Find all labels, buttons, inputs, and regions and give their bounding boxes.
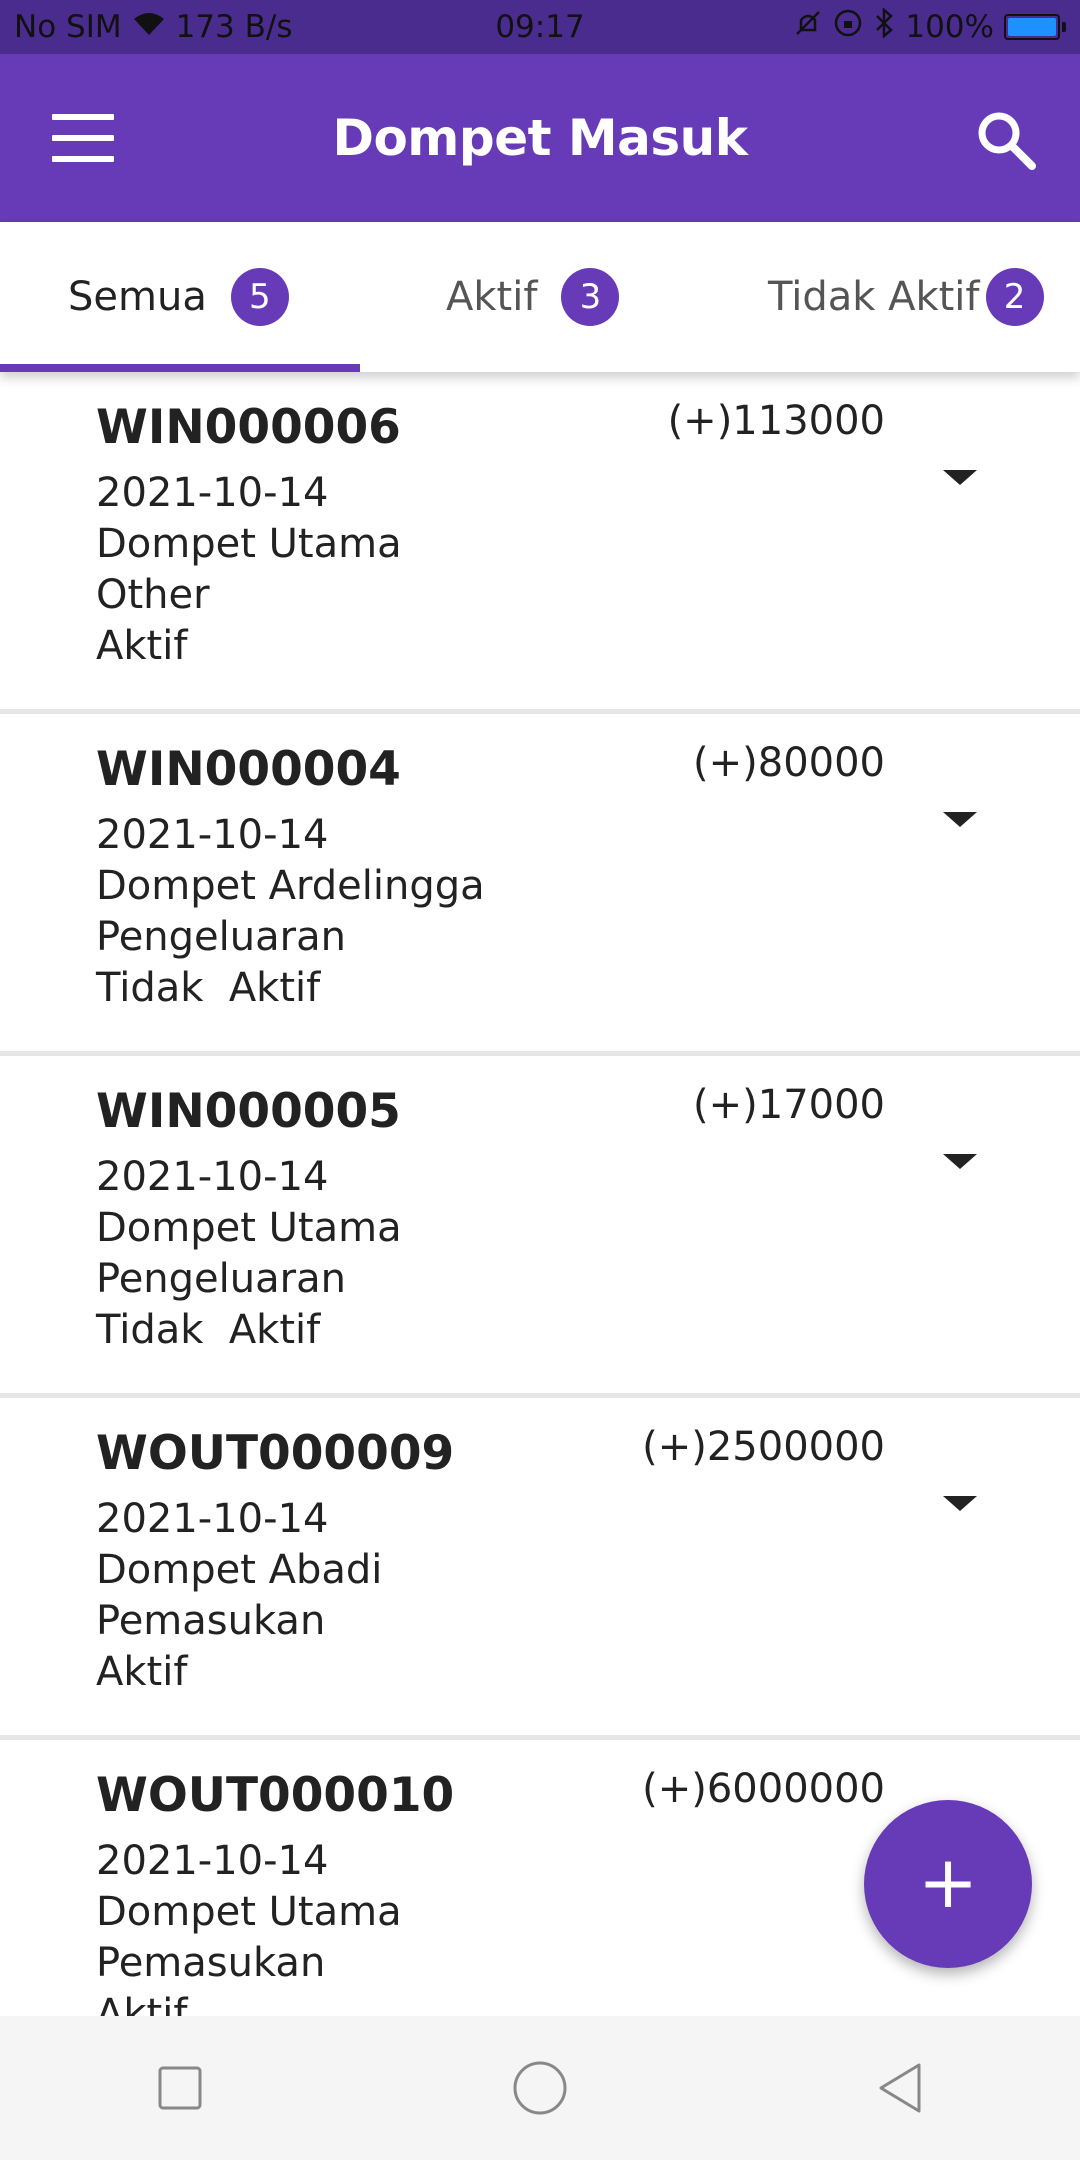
battery-percent: 100% <box>905 9 994 45</box>
item-amount: (+)17000 <box>693 1082 885 1128</box>
item-wallet: Dompet Utama <box>96 521 402 567</box>
expand-caret-icon[interactable] <box>943 812 977 827</box>
battery-icon <box>1004 14 1066 40</box>
item-category: Pemasukan <box>96 1940 326 1986</box>
item-wallet: Dompet Abadi <box>96 1547 383 1593</box>
item-date: 2021-10-14 <box>96 812 329 858</box>
app-bar: Dompet Masuk <box>0 54 1080 222</box>
active-tab-indicator <box>0 364 360 372</box>
menu-icon[interactable] <box>52 114 114 162</box>
list-item[interactable]: WOUT000009 (+)2500000 2021-10-14 Dompet … <box>0 1398 1080 1740</box>
item-category: Pengeluaran <box>96 914 346 960</box>
item-amount: (+)6000000 <box>642 1766 885 1812</box>
wifi-icon <box>132 9 166 45</box>
recent-apps-icon[interactable] <box>150 2058 210 2118</box>
list-item[interactable]: WIN000004 (+)80000 2021-10-14 Dompet Ard… <box>0 714 1080 1056</box>
item-status: Tidak Aktif <box>96 965 321 1011</box>
item-category: Other <box>96 572 210 618</box>
clock: 09:17 <box>495 9 585 45</box>
expand-caret-icon[interactable] <box>943 1154 977 1169</box>
item-code: WIN000005 <box>96 1084 401 1139</box>
item-wallet: Dompet Utama <box>96 1889 402 1935</box>
item-wallet: Dompet Ardelingga <box>96 863 485 909</box>
item-category: Pemasukan <box>96 1598 326 1644</box>
count-badge: 5 <box>230 268 289 326</box>
item-amount: (+)80000 <box>693 740 885 786</box>
item-code: WIN000004 <box>96 742 401 797</box>
item-category: Pengeluaran <box>96 1256 346 1302</box>
mute-icon <box>793 8 823 46</box>
tab-label: Tidak Aktif <box>768 274 980 320</box>
page-title: Dompet Masuk <box>332 109 748 167</box>
expand-caret-icon[interactable] <box>943 1496 977 1511</box>
network-speed: 173 B/s <box>175 9 293 45</box>
rotation-lock-icon <box>833 8 863 46</box>
tab-semua[interactable]: Semua 5 <box>68 222 289 372</box>
tab-label: Aktif <box>446 274 538 320</box>
item-date: 2021-10-14 <box>96 1838 329 1884</box>
search-icon[interactable] <box>974 108 1038 172</box>
system-nav-bar <box>0 2016 1080 2160</box>
tab-label: Semua <box>68 274 207 320</box>
item-date: 2021-10-14 <box>96 1496 329 1542</box>
item-code: WIN000006 <box>96 400 401 455</box>
back-icon[interactable] <box>870 2058 930 2118</box>
carrier-label: No SIM <box>14 9 122 45</box>
plus-icon: + <box>917 1840 979 1924</box>
item-wallet: Dompet Utama <box>96 1205 402 1251</box>
wallet-list: WIN000006 (+)113000 2021-10-14 Dompet Ut… <box>0 372 1080 2016</box>
bluetooth-icon <box>873 7 895 46</box>
item-code: WOUT000010 <box>96 1768 455 1823</box>
expand-caret-icon[interactable] <box>943 470 977 485</box>
item-amount: (+)113000 <box>667 398 885 444</box>
item-status: Tidak Aktif <box>96 1307 321 1353</box>
item-status: Aktif <box>96 1991 188 2016</box>
count-badge: 2 <box>985 268 1044 326</box>
home-icon[interactable] <box>510 2058 570 2118</box>
tab-aktif[interactable]: Aktif 3 <box>446 222 620 372</box>
item-status: Aktif <box>96 623 188 669</box>
add-button[interactable]: + <box>864 1800 1032 1968</box>
item-status: Aktif <box>96 1649 188 1695</box>
list-item[interactable]: WIN000005 (+)17000 2021-10-14 Dompet Uta… <box>0 1056 1080 1398</box>
count-badge: 3 <box>561 268 620 326</box>
item-date: 2021-10-14 <box>96 470 329 516</box>
item-date: 2021-10-14 <box>96 1154 329 1200</box>
list-item[interactable]: WIN000006 (+)113000 2021-10-14 Dompet Ut… <box>0 372 1080 714</box>
status-bar: No SIM 173 B/s 09:17 100% <box>0 0 1080 54</box>
tab-bar: Semua 5 Aktif 3 Tidak Aktif 2 <box>0 222 1080 372</box>
item-amount: (+)2500000 <box>642 1424 885 1470</box>
item-code: WOUT000009 <box>96 1426 455 1481</box>
tab-tidak-aktif[interactable]: Tidak Aktif 2 <box>768 222 1044 372</box>
